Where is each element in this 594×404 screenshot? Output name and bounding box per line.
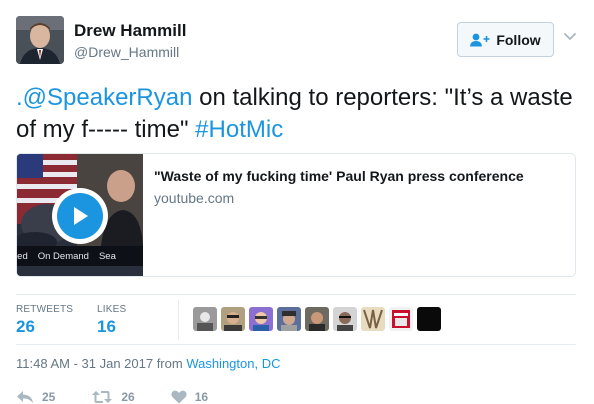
stats-separator: [178, 300, 179, 340]
card-title: "Waste of my fucking time' Paul Ryan pre…: [154, 168, 524, 184]
retweet-icon: [92, 391, 113, 403]
timestamp-text[interactable]: 11:48 AM - 31 Jan 2017 from: [16, 356, 186, 371]
likers-avatars: [193, 307, 441, 331]
liker-avatar[interactable]: [305, 307, 329, 331]
retweets-count[interactable]: 26: [16, 317, 73, 337]
retweets-label: RETWEETS: [16, 304, 74, 315]
hashtag-link[interactable]: #HotMic: [195, 116, 283, 143]
liker-avatar[interactable]: [277, 307, 301, 331]
retweet-count: 26: [121, 390, 135, 404]
reply-icon: [17, 391, 33, 403]
liker-avatar[interactable]: [389, 307, 413, 331]
thumbnail-overlay-bar: red On Demand Sea: [17, 246, 143, 266]
link-card[interactable]: red On Demand Sea "Waste of my fucking t…: [16, 153, 576, 277]
chevron-down-icon[interactable]: [563, 32, 577, 42]
thumbnail-bar-text: Sea: [98, 250, 116, 262]
tweet-text: .@SpeakerRyan on talking to reporters: "…: [16, 82, 578, 146]
reply-button[interactable]: 25: [16, 390, 55, 404]
author-handle[interactable]: @Drew_Hammill: [74, 44, 179, 60]
author-photo: [16, 16, 64, 64]
play-button[interactable]: [52, 188, 108, 244]
thumbnail-bar-text: red: [17, 250, 28, 262]
liker-avatar[interactable]: [249, 307, 273, 331]
liker-avatar[interactable]: [221, 307, 245, 331]
thumbnail-bar-text: On Demand: [37, 250, 89, 262]
like-count: 16: [194, 390, 209, 404]
mention-link[interactable]: .@SpeakerRyan: [16, 84, 192, 111]
liker-avatar[interactable]: [361, 307, 385, 331]
follow-label: Follow: [496, 31, 541, 48]
tweet-timestamp: 11:48 AM - 31 Jan 2017 from Washington, …: [16, 356, 280, 371]
tweet-actions: 25 26 16: [16, 390, 244, 404]
location-link[interactable]: Washington, DC: [186, 356, 280, 371]
divider: [16, 344, 576, 345]
liker-avatar[interactable]: [193, 307, 217, 331]
like-button[interactable]: 16: [171, 390, 208, 404]
liker-avatar[interactable]: [417, 307, 441, 331]
likes-label: LIKES: [97, 304, 127, 315]
author-name[interactable]: Drew Hammill: [74, 21, 186, 41]
likes-count[interactable]: 16: [97, 317, 126, 337]
play-icon: [74, 207, 88, 225]
reply-count: 25: [42, 390, 56, 404]
heart-icon: [171, 390, 187, 404]
liker-avatar[interactable]: [333, 307, 357, 331]
video-thumbnail: red On Demand Sea: [17, 154, 143, 276]
follow-button[interactable]: Follow: [457, 22, 554, 57]
card-domain: youtube.com: [154, 190, 235, 206]
divider: [16, 294, 576, 295]
retweets-stat[interactable]: RETWEETS 26: [16, 304, 73, 337]
add-user-icon: [470, 33, 490, 46]
retweet-button[interactable]: 26: [91, 390, 135, 404]
likes-stat[interactable]: LIKES 16: [97, 304, 126, 337]
author-avatar[interactable]: [16, 16, 64, 64]
